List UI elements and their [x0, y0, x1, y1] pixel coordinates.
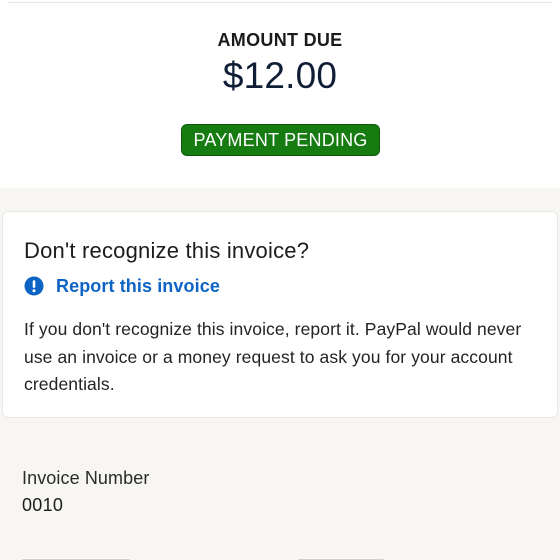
cut-off-detail-label-left — [22, 553, 130, 560]
amount-due-label: AMOUNT DUE — [217, 30, 343, 50]
invoice-page: AMOUNT DUE $12.00 PAYMENT PENDING Don't … — [0, 0, 560, 560]
report-invoice-label[interactable]: Report this invoice — [56, 276, 220, 297]
top-divider — [8, 2, 552, 3]
info-circle-icon — [24, 276, 44, 296]
payment-status-badge: PAYMENT PENDING — [181, 124, 380, 156]
invoice-number-label: Invoice Number — [22, 468, 150, 488]
cut-off-detail-label-right — [298, 553, 384, 560]
amount-due-value: $12.00 — [222, 55, 338, 96]
invoice-details: Invoice Number 0010 — [0, 440, 560, 560]
notice-body-text: If you don't recognize this invoice, rep… — [24, 319, 522, 394]
amount-summary-card: AMOUNT DUE $12.00 PAYMENT PENDING — [0, 0, 560, 188]
invoice-number-value: 0010 — [22, 495, 64, 515]
report-invoice-link[interactable]: Report this invoice — [24, 274, 220, 298]
notice-title: Don't recognize this invoice? — [24, 238, 310, 263]
unrecognized-invoice-card: Don't recognize this invoice? Report thi… — [2, 211, 558, 418]
